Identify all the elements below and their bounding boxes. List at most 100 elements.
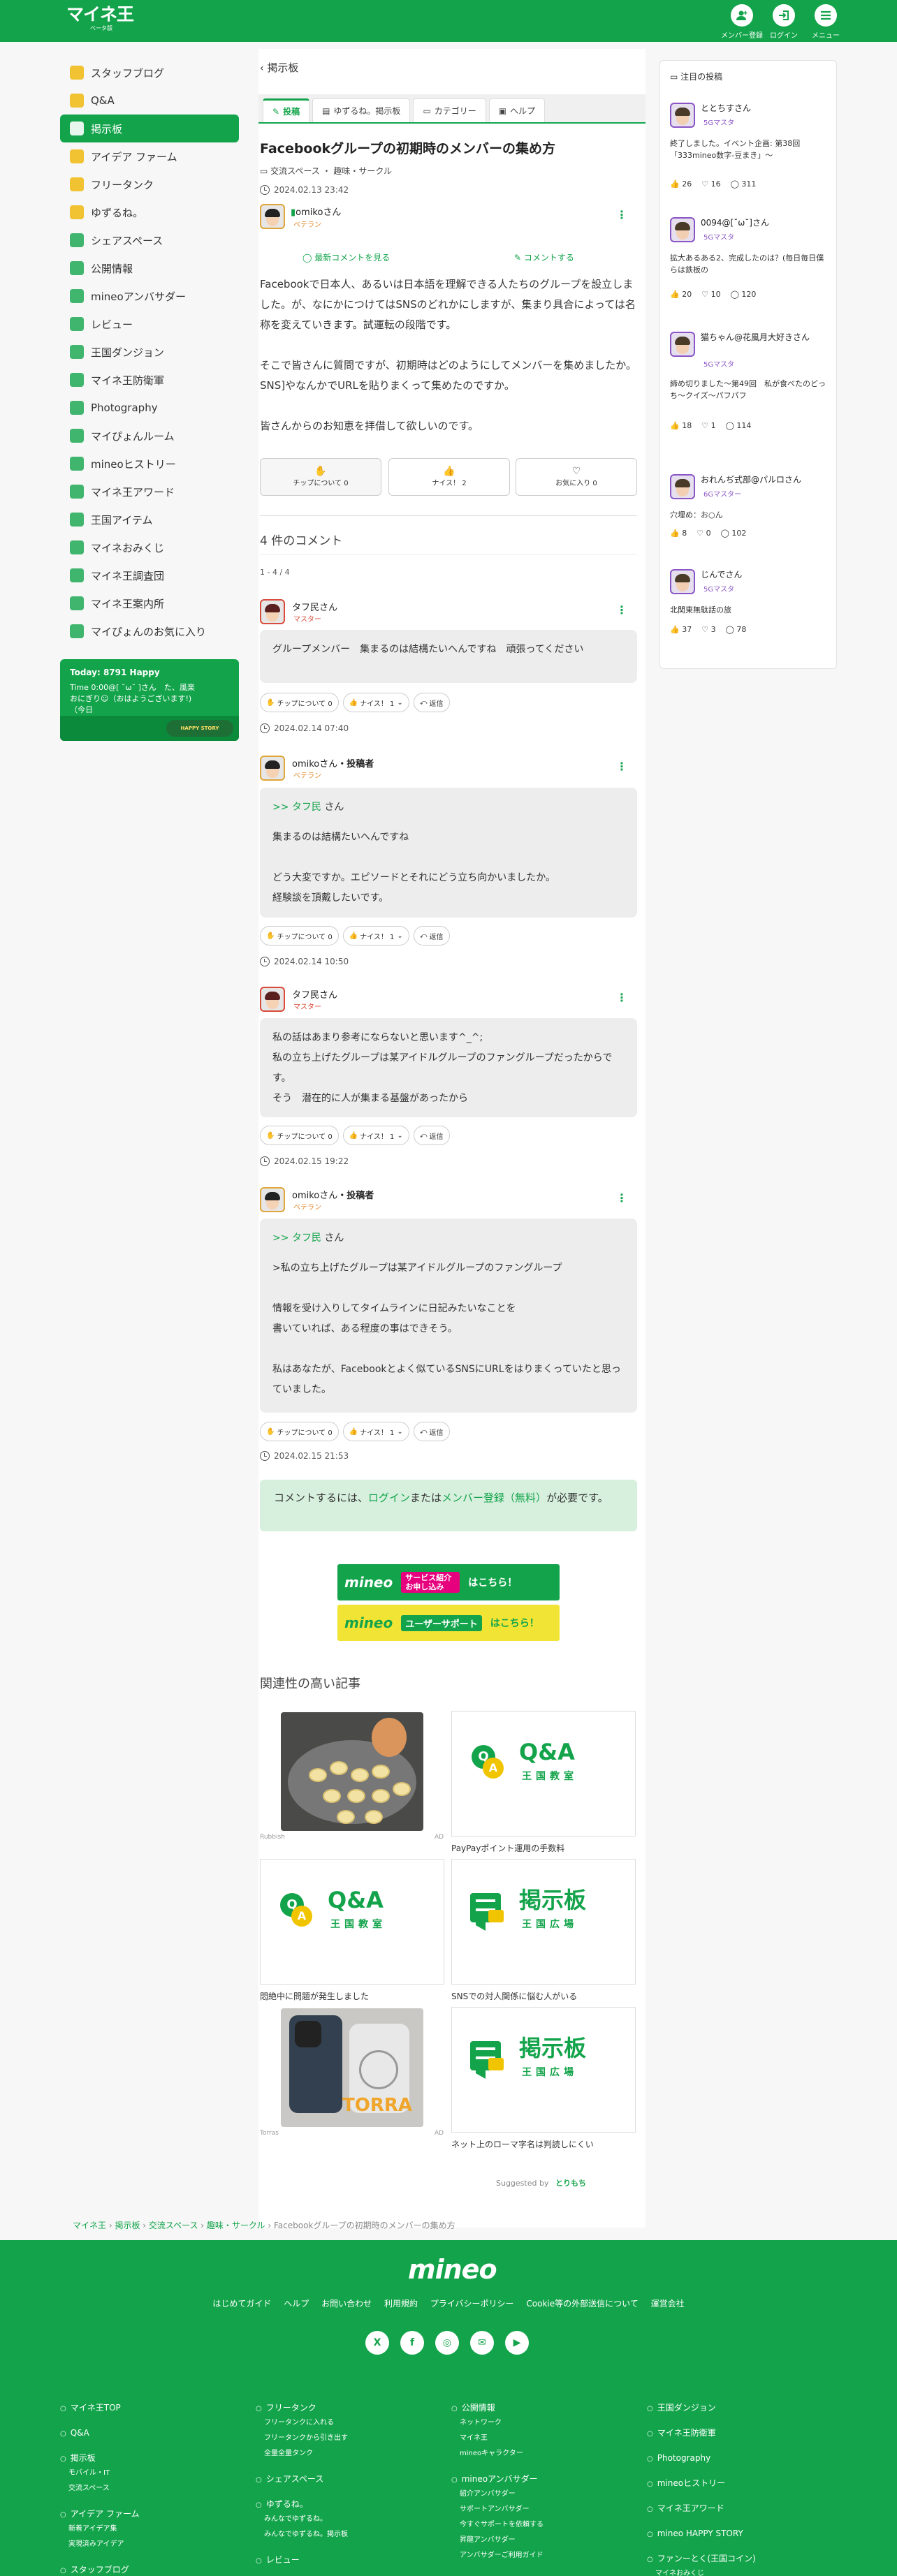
post-author[interactable]: ▮omikoさん [291, 205, 341, 218]
footer-sublink[interactable]: 今すぐサポートを依頼する [451, 2517, 544, 2533]
related-card[interactable]: Q A Q&A 王国教室 [260, 1859, 444, 1985]
footer-link[interactable]: はじめてガイド [212, 2299, 271, 2309]
nav-item[interactable]: マイネおみくじ [60, 533, 239, 561]
footer-link[interactable]: マイネ王アワード [647, 2502, 756, 2516]
support-banner[interactable]: mineo ユーザーサポート はこちら！ [337, 1605, 560, 1641]
nav-item[interactable]: 公開情報 [60, 254, 239, 282]
quote-link[interactable]: >> タフ民 [272, 1232, 321, 1244]
reply-button[interactable]: ⤺ 返信 [413, 1126, 450, 1145]
service-banner[interactable]: mineo サービス紹介 お申し込み はこちら！ [337, 1564, 560, 1600]
nav-item[interactable]: シェアスペース [60, 226, 239, 254]
footer-link[interactable]: Photography [647, 2452, 756, 2466]
footer-sublink[interactable]: 新着アイデア集 [60, 2522, 140, 2537]
footer-sublink[interactable]: みんなでゆずるね。 [256, 2512, 348, 2527]
trending-author[interactable]: 猫ちゃん@花風月大好きさん [701, 331, 826, 343]
breadcrumb-item[interactable]: 趣味・サークル [207, 2221, 265, 2230]
more-options-icon[interactable]: ⋮ [616, 991, 627, 1004]
nice-button[interactable]: 👍 ナイス！ 1 ⌄ [342, 693, 409, 712]
login-button[interactable]: ログイン [761, 3, 806, 41]
quote-link[interactable]: >> タフ民 [272, 802, 321, 813]
register-button[interactable]: メンバー登録 [720, 3, 764, 41]
footer-link[interactable]: 公開情報 [451, 2401, 544, 2415]
related-caption[interactable]: 悶絶中に問題が発生しました [260, 1990, 369, 2002]
nav-item[interactable]: マイネ王案内所 [60, 589, 239, 617]
breadcrumb-item[interactable]: 掲示板 [115, 2221, 140, 2230]
footer-sublink[interactable]: 実現済みアイデア [60, 2537, 140, 2552]
footer-sublink[interactable]: みんなでゆずるね。掲示板 [256, 2527, 348, 2542]
nice-button[interactable]: 👍 ナイス！ 1 ⌄ [342, 1422, 409, 1441]
nice-button[interactable]: 👍 ナイス！ 2 [388, 458, 510, 496]
avatar[interactable] [670, 474, 695, 499]
reply-button[interactable]: ⤺ 返信 [413, 1422, 450, 1441]
footer-link[interactable]: ヘルプ [284, 2299, 309, 2309]
avatar[interactable] [670, 569, 695, 594]
facebook-icon[interactable]: f [400, 2331, 424, 2355]
site-logo[interactable]: マイネ王 ベータ版 [66, 5, 134, 37]
footer-link[interactable]: お問い合わせ [321, 2299, 372, 2309]
footer-sublink[interactable]: 交流スペース [60, 2481, 140, 2496]
tip-button[interactable]: ✋ チップについて 0 [260, 458, 381, 496]
nav-item[interactable]: 王国ダンジョン [60, 338, 239, 366]
tab-yuzurune[interactable]: ▤ ゆずるね。掲示板 [312, 98, 411, 122]
footer-sublink[interactable]: ネットワーク [451, 2415, 544, 2431]
tab-category[interactable]: ▭ カテゴリー [413, 98, 486, 122]
more-options-icon[interactable]: ⋮ [616, 1191, 627, 1205]
footer-sublink[interactable]: フリータンクから引き出す [256, 2431, 348, 2446]
happy-story-badge[interactable]: HAPPY STORY [166, 720, 233, 737]
favorite-button[interactable]: ♡ お気に入り 0 [516, 458, 637, 496]
reply-button[interactable]: ⤺ 返信 [413, 926, 450, 945]
x-icon[interactable]: X [365, 2331, 389, 2355]
related-card[interactable]: 掲示板 王国広場 [451, 1859, 636, 1985]
nav-item[interactable]: mineoヒストリー [60, 450, 239, 478]
avatar[interactable] [260, 987, 285, 1012]
footer-link[interactable]: マイネ王防衛軍 [647, 2427, 756, 2441]
youtube-icon[interactable]: ▶ [505, 2331, 529, 2355]
avatar[interactable] [670, 103, 695, 128]
footer-sublink[interactable]: 全量全量タンク [256, 2446, 348, 2461]
footer-sublink[interactable]: 紹介アンバサダー [451, 2487, 544, 2502]
nav-item[interactable]: マイぴょんのお気に入り [60, 617, 239, 645]
nav-item[interactable]: Photography [60, 394, 239, 422]
tab-help[interactable]: ▣ ヘルプ [488, 98, 546, 122]
more-options-icon[interactable]: ⋮ [616, 208, 627, 221]
breadcrumb-item[interactable]: マイネ王 [73, 2221, 106, 2230]
footer-link[interactable]: フリータンク [256, 2401, 348, 2415]
nav-item[interactable]: 掲示板 [60, 115, 239, 142]
comment-link[interactable]: ✎ コメントする [514, 251, 574, 263]
footer-sublink[interactable]: モバイル・IT [60, 2466, 140, 2481]
avatar[interactable] [670, 217, 695, 242]
related-caption[interactable]: SNSでの対人関係に悩む人がいる [451, 1990, 577, 2002]
breadcrumb-item[interactable]: 交流スペース [149, 2221, 198, 2230]
trending-text[interactable]: 北関東無駄話の旅 [670, 604, 826, 616]
trending-text[interactable]: 拡大あるある2、完成したのは？(毎日毎日僕らは鉄板の [670, 252, 826, 276]
suggested-brand[interactable]: とりもち [555, 2179, 586, 2188]
footer-link[interactable]: mineoアンバサダー [451, 2473, 544, 2487]
back-link[interactable]: ‹ 掲示板 [260, 60, 298, 75]
nice-button[interactable]: 👍 ナイス！ 1 ⌄ [342, 926, 409, 945]
trending-author[interactable]: おれんぢ式部@パルロさん [701, 473, 826, 485]
latest-comments-link[interactable]: ◯ 最新コメントを見る [302, 251, 390, 263]
footer-link[interactable]: mineoヒストリー [647, 2477, 756, 2491]
avatar[interactable] [260, 204, 285, 229]
nav-item[interactable]: アイデア ファーム [60, 142, 239, 170]
footer-link[interactable]: 掲示板 [60, 2452, 140, 2466]
tip-button[interactable]: ✋ チップについて 0 [260, 1126, 339, 1145]
avatar[interactable] [260, 1187, 285, 1212]
footer-link[interactable]: シェアスペース [256, 2473, 348, 2487]
related-card[interactable] [260, 1711, 444, 1837]
instagram-icon[interactable]: ◎ [435, 2331, 459, 2355]
footer-link[interactable]: ゆずるね。 [256, 2498, 348, 2512]
trending-text[interactable]: 終了しました。イベント企画: 第38回「333mineo数字-豆まき」〜 [670, 138, 826, 161]
menu-button[interactable]: メニュー [803, 3, 848, 41]
nav-item[interactable]: mineoアンバサダー [60, 282, 239, 310]
footer-sublink[interactable]: マイネおみくじ [647, 2566, 756, 2576]
trending-author[interactable]: じんでさん [701, 568, 826, 580]
footer-link[interactable]: マイネ王TOP [60, 2401, 140, 2415]
footer-link[interactable]: Cookie等の外部送信について [526, 2299, 638, 2309]
nav-item[interactable]: マイネ王アワード [60, 478, 239, 506]
footer-link[interactable]: Q&A [60, 2427, 140, 2441]
nav-item[interactable]: スタッフブログ [60, 59, 239, 87]
related-caption[interactable]: PayPayポイント運用の手数料 [451, 1842, 564, 1854]
footer-link[interactable]: 王国ダンジョン [647, 2401, 756, 2415]
tab-post[interactable]: ✎ 投稿 [263, 98, 310, 122]
